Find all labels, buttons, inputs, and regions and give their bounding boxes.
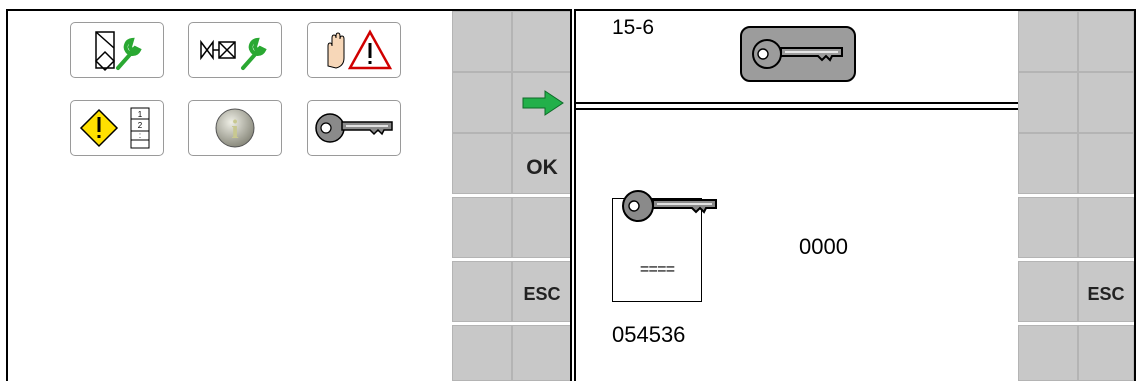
screen-divider	[570, 9, 576, 381]
key-tile[interactable]	[307, 100, 401, 156]
hand-warning-icon	[327, 29, 393, 70]
svg-text:2: 2	[138, 121, 143, 130]
hand-warning-tile[interactable]	[307, 22, 401, 78]
softkey-left-a3[interactable]	[452, 133, 512, 194]
ok-button[interactable]: OK	[512, 133, 572, 194]
header-separator	[576, 102, 1018, 110]
header-key-badge	[740, 26, 856, 82]
softkey-right-b4[interactable]	[1078, 197, 1134, 258]
key-icon	[315, 113, 393, 143]
softkey-right-a5[interactable]	[1018, 261, 1078, 322]
softkey-right-b1[interactable]	[1078, 11, 1134, 72]
maintenance-wrench-icon	[94, 31, 142, 72]
softkey-right-a6[interactable]	[1018, 325, 1078, 381]
softkey-right-b2[interactable]	[1078, 72, 1134, 133]
softkey-left-a6[interactable]	[452, 325, 512, 381]
document-mask: ====	[639, 261, 675, 279]
alarm-list-tile[interactable]: 1 2 :	[70, 100, 164, 156]
softkey-right-a1[interactable]	[1018, 11, 1078, 72]
svg-text:1: 1	[138, 110, 143, 119]
serial-number: 054536	[612, 322, 686, 347]
code-value: 0000	[799, 234, 848, 259]
softkey-right-a2[interactable]	[1018, 72, 1078, 133]
softkey-left-a4[interactable]	[452, 197, 512, 258]
softkey-left-a2[interactable]	[452, 72, 512, 133]
softkey-left-b1[interactable]	[512, 11, 572, 72]
info-tile[interactable]: i	[188, 100, 282, 156]
esc-button-left[interactable]: ESC	[512, 261, 572, 322]
svg-text:i: i	[231, 115, 238, 144]
green-arrow-right-icon	[522, 90, 564, 116]
svg-text::: :	[139, 131, 141, 140]
key-icon	[752, 39, 843, 69]
softkey-left-a1[interactable]	[452, 11, 512, 72]
softkey-right-b3[interactable]	[1078, 133, 1134, 194]
softkey-right-a3[interactable]	[1018, 133, 1078, 194]
softkey-left-a5[interactable]	[452, 261, 512, 322]
esc-label-left: ESC	[523, 284, 561, 304]
key-document-icon	[622, 190, 717, 222]
esc-button-right[interactable]: ESC	[1078, 261, 1134, 322]
softkey-left-b6[interactable]	[512, 325, 572, 381]
valve-wrench-icon	[200, 37, 267, 70]
softkey-right-a4[interactable]	[1018, 197, 1078, 258]
softkey-right-b6[interactable]	[1078, 325, 1134, 381]
page-title: 15-6	[612, 16, 655, 39]
softkey-left-b4[interactable]	[512, 197, 572, 258]
softkey-arrow-button[interactable]	[512, 72, 572, 133]
maintenance-wrench-tile[interactable]	[70, 22, 164, 78]
valve-wrench-tile[interactable]	[188, 22, 282, 78]
info-icon: i	[215, 108, 255, 148]
ok-label: OK	[526, 156, 558, 179]
alarm-list-icon: 1 2 :	[79, 107, 150, 149]
esc-label-right: ESC	[1087, 284, 1125, 304]
